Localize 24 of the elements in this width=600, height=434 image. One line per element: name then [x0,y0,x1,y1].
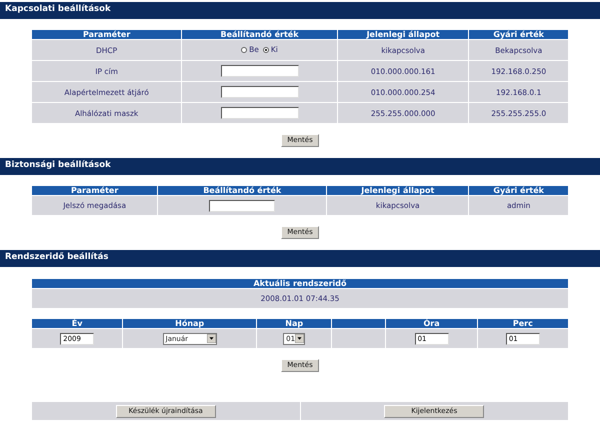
column-header: Beállítandó érték [182,30,337,39]
section-header: Biztonsági beállítások [0,158,600,175]
column-header: Beállítandó érték [158,186,326,195]
input-field[interactable] [209,200,276,212]
column-header: Nap [257,319,332,328]
column-header: Jelenlegi állapot [338,30,468,39]
column-header: Hónap [123,319,256,328]
column-header: Gyári érték [469,186,568,195]
dropdown-arrow-icon [206,334,216,343]
column-header: Paraméter [32,186,158,195]
column-header: Év [32,319,122,328]
input-field[interactable] [220,65,299,77]
section-header: Rendszeridő beállítás [0,250,600,267]
dropdown-arrow-icon [295,334,304,343]
column-header: Gyári érték [469,30,568,39]
column-header: Jelenlegi állapot [327,186,468,195]
input-field[interactable] [220,86,299,98]
header-cell [332,319,386,328]
input-field[interactable] [220,107,299,119]
column-header: Paraméter [32,30,182,39]
column-header: Aktuális rendszeridő [32,279,568,288]
column-header: Perc [478,319,568,328]
column-header: Óra [386,319,477,328]
section-header: Kapcsolati beállítások [0,2,600,19]
